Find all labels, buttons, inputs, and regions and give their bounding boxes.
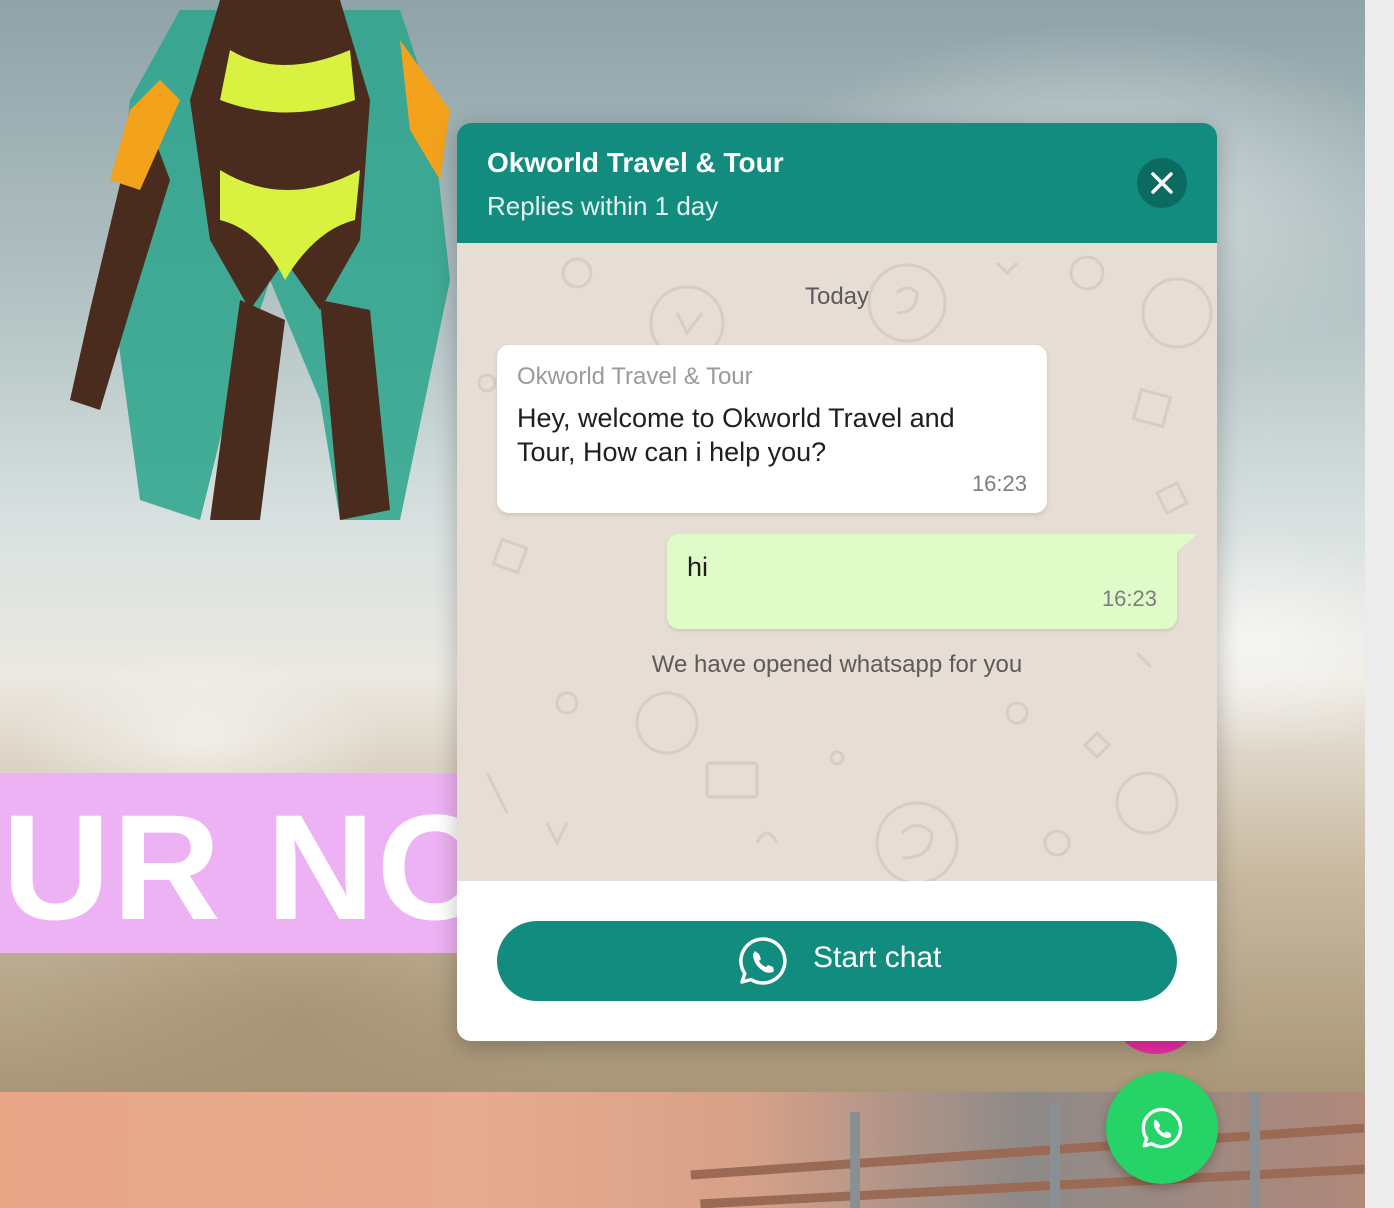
message-text: Hey, welcome to Okworld Travel and Tour,… xyxy=(517,403,955,467)
chat-header: Okworld Travel & Tour Replies within 1 d… xyxy=(457,123,1217,243)
chat-footer: Start chat xyxy=(457,881,1217,1041)
close-icon xyxy=(1151,172,1173,194)
message-sender: Okworld Travel & Tour xyxy=(517,363,753,390)
start-chat-label: Start chat xyxy=(813,941,942,974)
message-time: 16:23 xyxy=(971,471,1027,496)
chat-title: Okworld Travel & Tour xyxy=(487,147,784,178)
message-text: hi xyxy=(687,552,709,582)
day-separator: Today xyxy=(804,283,870,310)
chat-subtitle: Replies within 1 day xyxy=(487,191,719,221)
message-time: 16:23 xyxy=(1101,586,1157,611)
outgoing-message: hi 16:23 xyxy=(667,534,1177,629)
system-note: We have opened whatsapp for you xyxy=(651,651,1023,678)
whatsapp-fab-button[interactable] xyxy=(1106,1072,1218,1184)
beach-person-image xyxy=(70,0,450,520)
close-button[interactable] xyxy=(1137,158,1187,208)
incoming-message: Okworld Travel & Tour Hey, welcome to Ok… xyxy=(497,345,1047,513)
outgoing-bubble-tail xyxy=(1177,534,1197,552)
whatsapp-chat-widget: Okworld Travel & Tour Replies within 1 d… xyxy=(457,123,1217,1041)
whatsapp-icon xyxy=(739,937,787,985)
page-scrollbar[interactable] xyxy=(1365,0,1394,1208)
chat-body: Today Okworld Travel & Tour Hey, welcome… xyxy=(457,243,1217,881)
start-chat-button[interactable]: Start chat xyxy=(497,921,1177,1001)
whatsapp-icon xyxy=(1141,1107,1183,1149)
banner-text: UR NO xyxy=(2,792,472,942)
